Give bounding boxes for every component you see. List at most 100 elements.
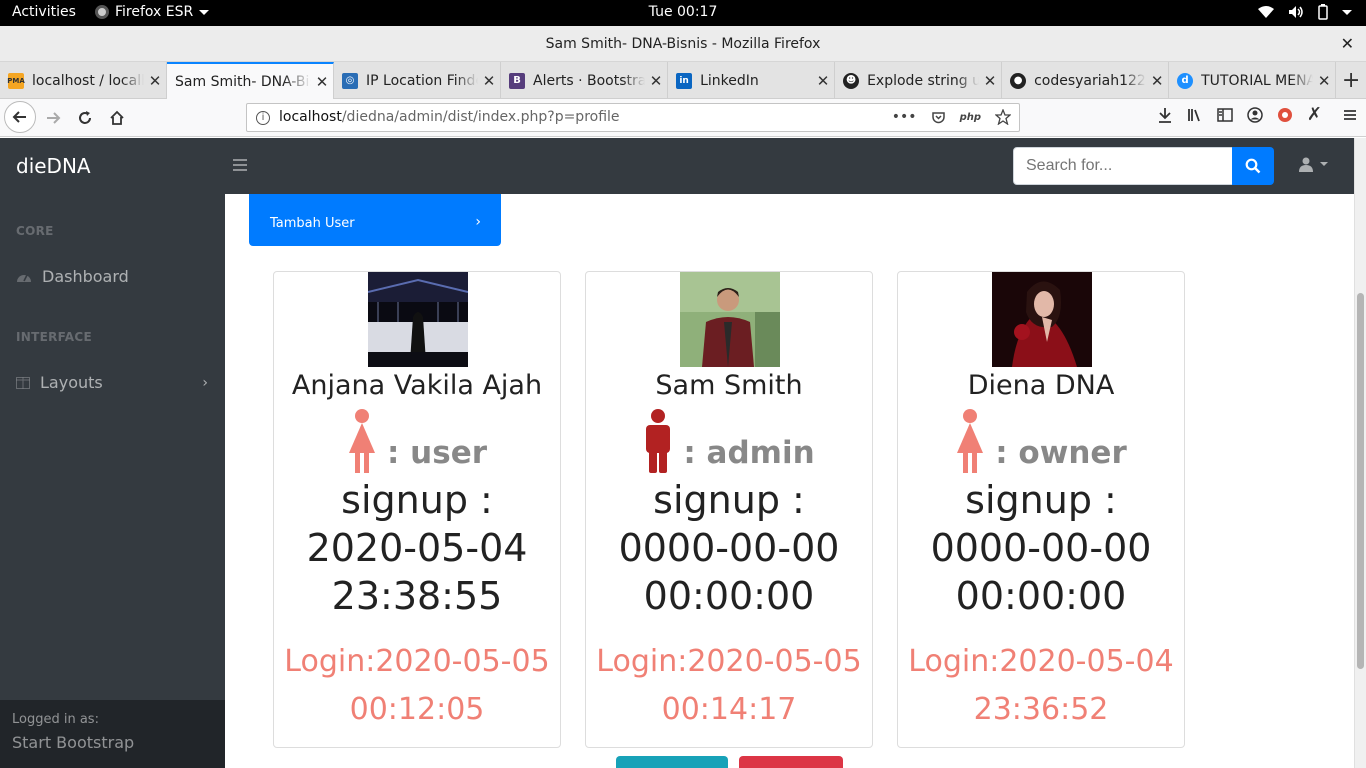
extension-icon[interactable] — [1277, 107, 1293, 123]
info-icon[interactable]: i — [256, 111, 270, 125]
forward-button[interactable] — [38, 103, 68, 133]
reload-button[interactable] — [70, 103, 100, 133]
close-tab-icon[interactable]: ✕ — [478, 72, 500, 90]
delete-button[interactable] — [739, 756, 843, 768]
volume-icon — [1289, 6, 1303, 18]
signup-info: signup : 0000-00-00 00:00:00 — [586, 476, 872, 620]
arrow-left-icon — [12, 111, 26, 123]
linkedin-icon: in — [676, 72, 693, 89]
user-card: Diena DNA : owner signup : 0000-00-00 00… — [897, 271, 1185, 748]
sidebar-heading-interface: INTERFACE — [16, 330, 92, 344]
user-card: Anjana Vakila Ajah : user signup : 2020-… — [273, 271, 561, 748]
phpmyadmin-icon: PMA — [7, 72, 25, 89]
login-time: 00:14:17 — [661, 692, 797, 727]
activities-button[interactable]: Activities — [12, 4, 76, 20]
app-menu[interactable]: Firefox ESR — [95, 4, 210, 20]
close-tab-icon[interactable]: ✕ — [812, 72, 834, 90]
url-path: /diedna/admin/dist/index.php?p=profile — [341, 109, 620, 125]
app-topnav: dieDNA — [0, 138, 1354, 194]
tab-linkedin[interactable]: in LinkedIn ✕ — [668, 62, 836, 99]
login-time: 00:12:05 — [349, 692, 485, 727]
signup-date: 0000-00-00 — [618, 526, 840, 570]
tambah-user-label: Tambah User — [270, 216, 355, 231]
brand-logo[interactable]: dieDNA — [16, 154, 91, 178]
search-button[interactable] — [1232, 147, 1274, 185]
close-window-button[interactable]: ✕ — [1341, 26, 1354, 62]
library-icon[interactable] — [1187, 107, 1203, 123]
home-button[interactable] — [102, 103, 132, 133]
tab-sam-smith[interactable]: Sam Smith- DNA-Bisnis ✕ — [167, 62, 335, 99]
bootstrap-icon: B — [509, 72, 526, 89]
scrollbar-thumb[interactable] — [1357, 293, 1364, 669]
php-icon[interactable]: php — [960, 104, 981, 131]
columns-icon — [16, 376, 30, 389]
sidebar-item-dashboard[interactable]: Dashboard — [16, 267, 216, 286]
logged-in-user: Start Bootstrap — [12, 733, 135, 752]
tab-bootstrap-alerts[interactable]: B Alerts · Bootstrap ✕ — [501, 62, 669, 99]
close-tab-icon[interactable]: ✕ — [1313, 72, 1335, 90]
edit-button[interactable] — [616, 756, 728, 768]
battery-icon — [1318, 4, 1328, 20]
sidebar-item-label: Dashboard — [42, 267, 129, 286]
chevron-right-icon: › — [202, 374, 208, 391]
login-date: Login:2020-05-05 — [284, 644, 550, 679]
tab-label: codesyariah122 — [1034, 72, 1146, 89]
x-extension-icon[interactable]: ✗ — [1307, 106, 1322, 124]
search-input[interactable] — [1013, 147, 1233, 185]
tab-tutorial[interactable]: d TUTORIAL MENAMPILKAN ✕ — [1169, 62, 1337, 99]
github-icon: ● — [1010, 72, 1027, 89]
sidebar: CORE Dashboard INTERFACE Layouts › Logge… — [0, 194, 225, 768]
download-icon[interactable] — [1157, 107, 1173, 123]
close-tab-icon[interactable]: ✕ — [979, 72, 1001, 90]
window-title: Sam Smith- DNA-Bisnis - Mozilla Firefox — [545, 36, 821, 52]
tab-localhost[interactable]: PMA localhost / localhost ✕ — [0, 62, 168, 99]
close-tab-icon[interactable]: ✕ — [144, 72, 166, 90]
new-tab-button[interactable]: + — [1336, 62, 1366, 98]
tab-label: Explode string using — [867, 72, 979, 89]
login-date: Login:2020-05-05 — [596, 644, 862, 679]
close-tab-icon[interactable]: ✕ — [311, 73, 333, 91]
tab-ip-location[interactable]: ◎ IP Location Finder ✕ — [334, 62, 502, 99]
signup-info: signup : 0000-00-00 00:00:00 — [898, 476, 1184, 620]
system-top-bar: Activities Firefox ESR Tue 00:17 — [0, 0, 1366, 26]
male-user-icon — [646, 409, 671, 473]
account-icon[interactable] — [1247, 107, 1263, 123]
login-date: Login:2020-05-04 — [908, 644, 1174, 679]
menu-icon[interactable] — [1342, 107, 1358, 123]
sidebar-toggle-button[interactable] — [232, 156, 248, 177]
sidebar-icon[interactable] — [1217, 107, 1233, 123]
globe-icon: ◎ — [342, 72, 359, 89]
tambah-user-card[interactable]: Tambah User › — [249, 194, 501, 246]
system-tray[interactable] — [1258, 4, 1352, 20]
url-host: localhost — [279, 109, 342, 125]
reload-icon — [79, 111, 91, 124]
arrow-right-icon — [47, 112, 61, 124]
back-button[interactable] — [4, 101, 36, 133]
navigation-toolbar: i localhost/diedna/admin/dist/index.php?… — [0, 99, 1366, 137]
tab-label: localhost / localhost — [32, 72, 144, 89]
user-photo — [680, 272, 780, 367]
page-scrollbar[interactable] — [1354, 138, 1366, 768]
user-role: : owner — [995, 435, 1127, 471]
sidebar-footer: Logged in as: Start Bootstrap — [0, 700, 225, 768]
sidebar-item-label: Layouts — [40, 373, 103, 392]
tab-explode-string[interactable]: ☻ Explode string using ✕ — [835, 62, 1003, 99]
clock[interactable]: Tue 00:17 — [649, 4, 718, 20]
dev-icon: d — [1177, 72, 1194, 89]
user-name: Sam Smith — [655, 370, 803, 401]
pocket-icon[interactable] — [931, 110, 946, 125]
close-tab-icon[interactable]: ✕ — [1146, 72, 1168, 90]
close-tab-icon[interactable]: ✕ — [645, 72, 667, 90]
user-card: Sam Smith : admin signup : 0000-00-00 00… — [585, 271, 873, 748]
signup-time: 00:00:00 — [643, 574, 815, 618]
tab-github[interactable]: ● codesyariah122 ✕ — [1002, 62, 1170, 99]
login-time: 23:36:52 — [973, 692, 1109, 727]
sidebar-item-layouts[interactable]: Layouts › — [16, 373, 216, 392]
url-bar[interactable]: i localhost/diedna/admin/dist/index.php?… — [246, 103, 1020, 132]
page-actions-icon[interactable]: ••• — [892, 104, 917, 131]
star-icon[interactable] — [995, 109, 1011, 125]
tachometer-icon — [17, 274, 31, 282]
firefox-icon — [95, 5, 109, 19]
user-dropdown-toggle[interactable] — [1298, 156, 1328, 172]
login-info: Login:2020-05-05 00:12:05 — [274, 638, 560, 734]
